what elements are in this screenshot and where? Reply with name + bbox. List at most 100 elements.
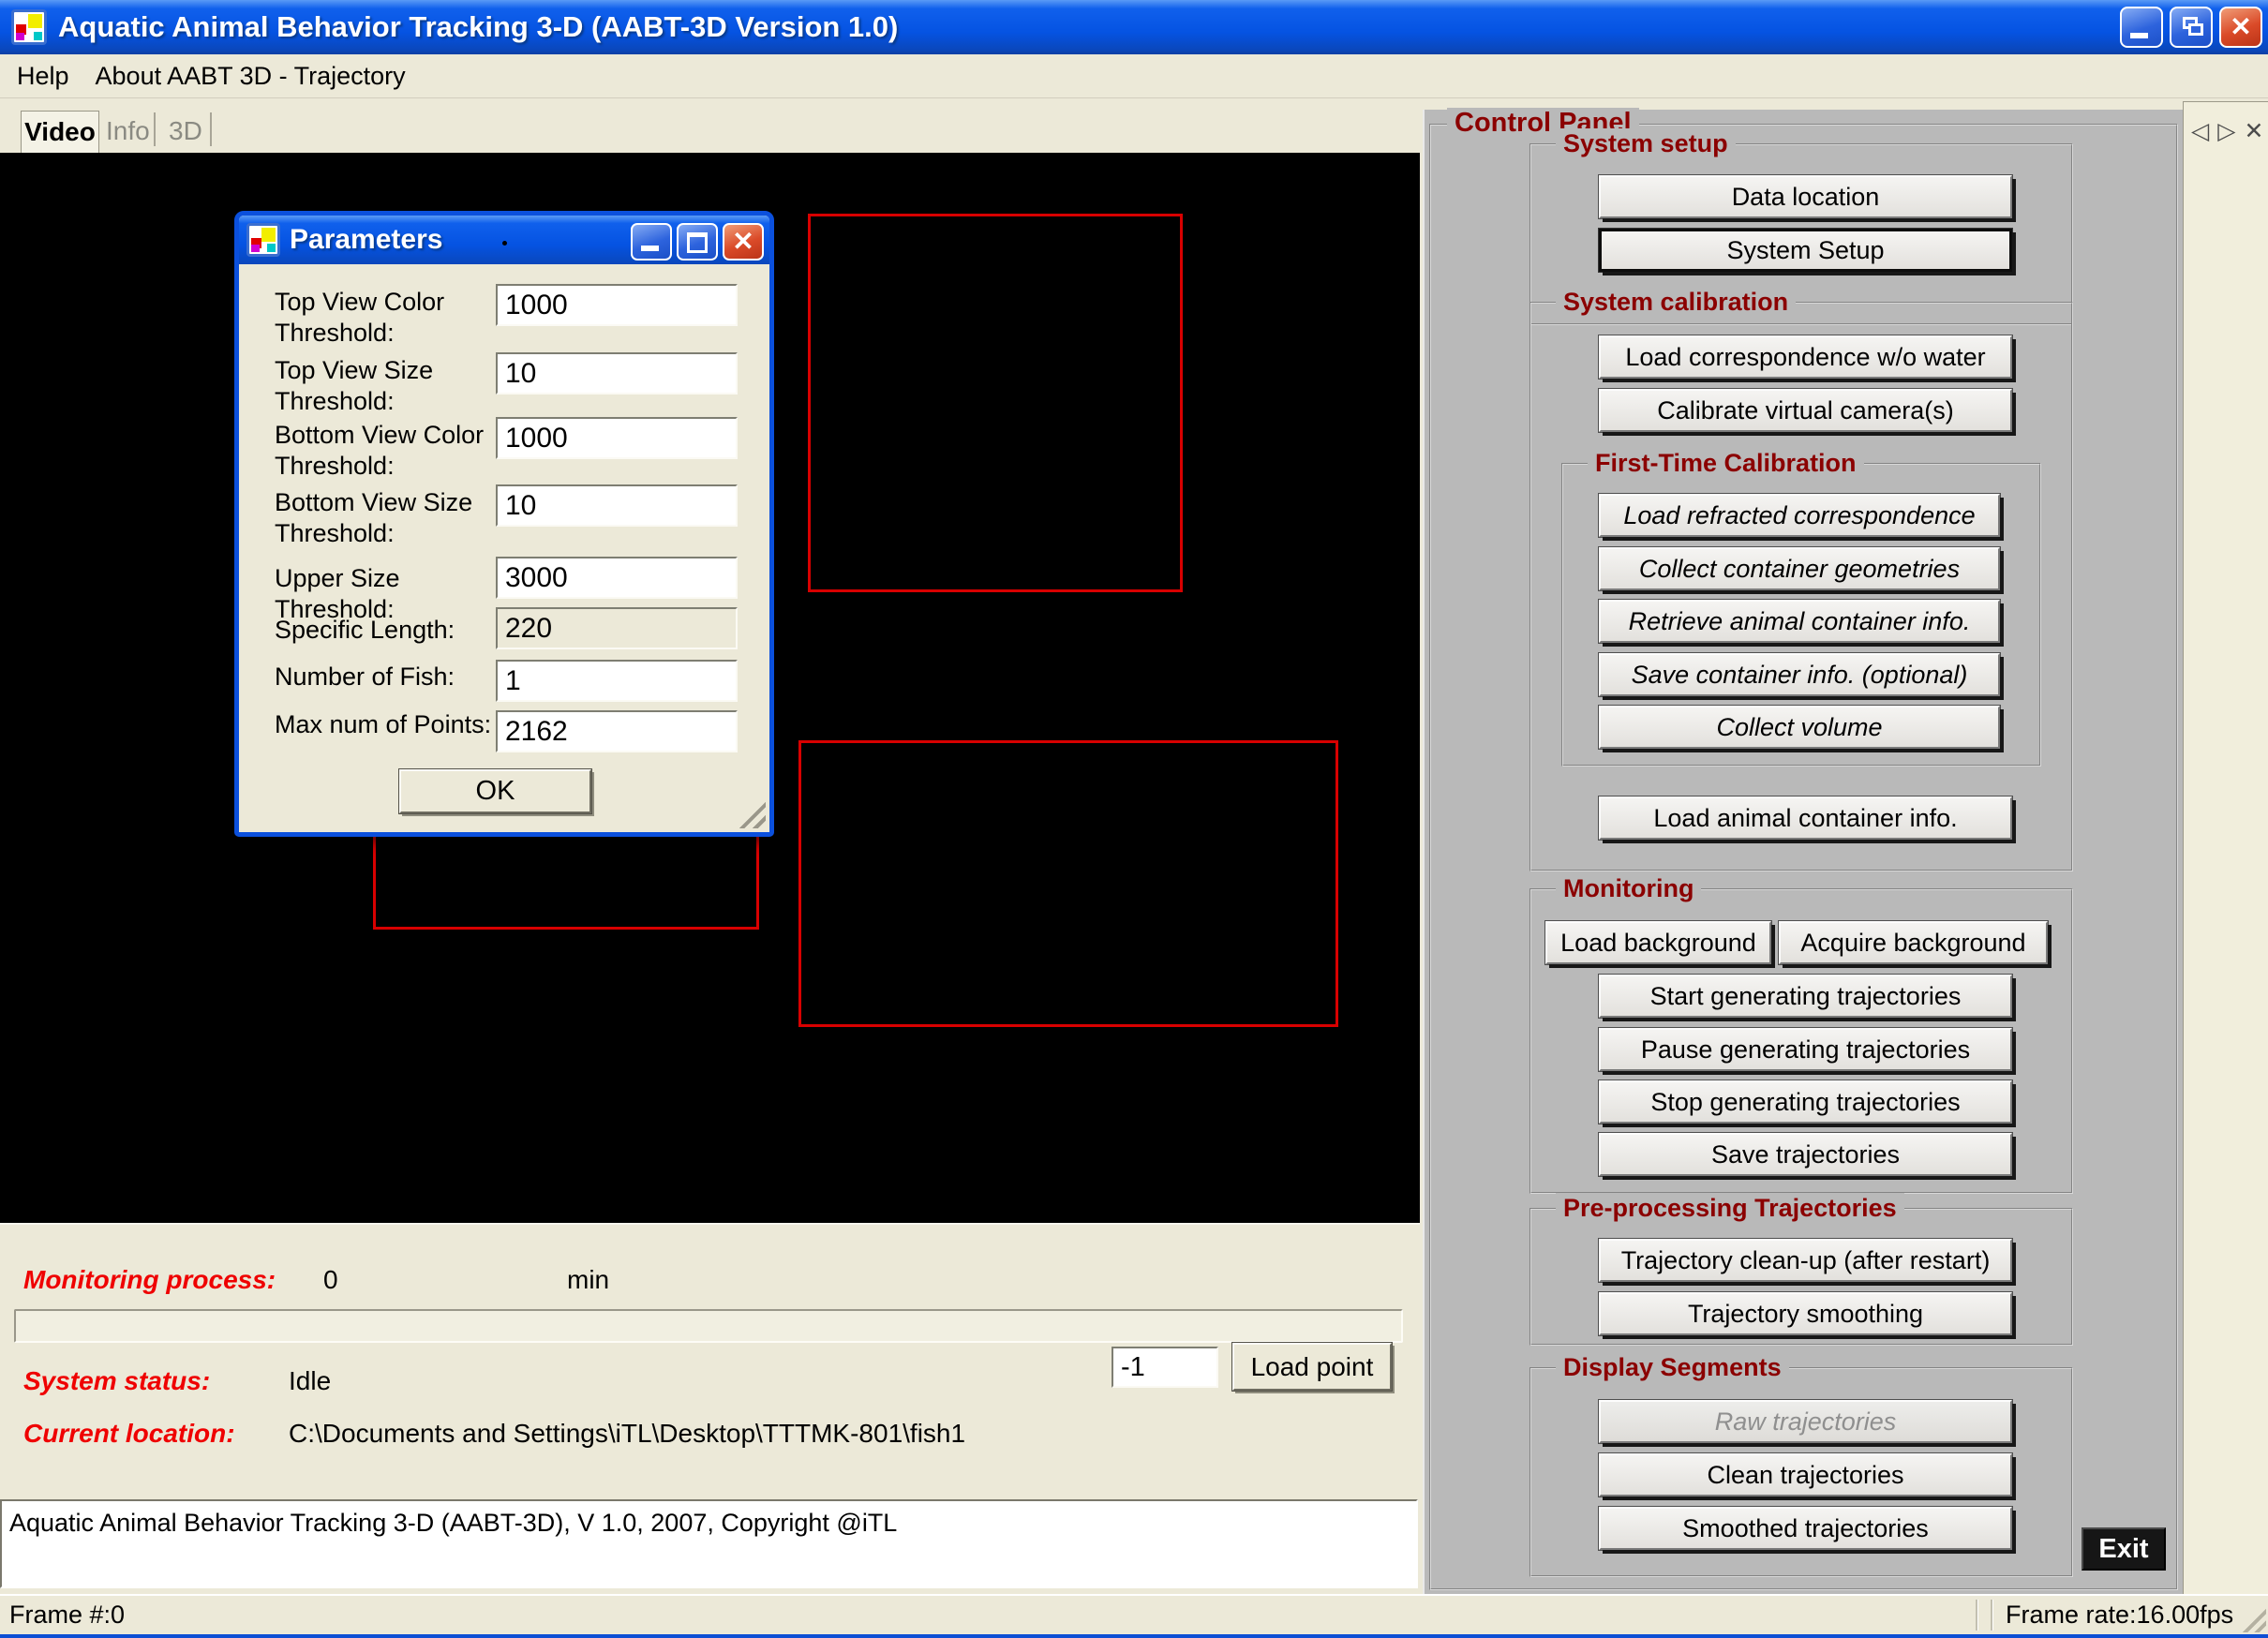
clean-trajectories-button[interactable]: Clean trajectories <box>1599 1453 2012 1497</box>
menu-item-help[interactable]: Help <box>0 62 82 91</box>
current-location-label: Current location: <box>23 1419 235 1449</box>
monitoring-process-unit: min <box>567 1265 609 1295</box>
raw-trajectories-button: Raw trajectories <box>1599 1400 2012 1443</box>
status-panel: Monitoring process: 0 min System status:… <box>0 1223 1420 1499</box>
group-preprocessing-trajectories: Pre-processing Trajectories Trajectory c… <box>1529 1208 2073 1346</box>
close-icon: ✕ <box>732 229 754 255</box>
monitoring-progress-bar <box>14 1309 1403 1343</box>
stop-generating-trajectories-button[interactable]: Stop generating trajectories <box>1599 1080 2012 1124</box>
statusbar-divider <box>1976 1600 1978 1631</box>
dialog-icon <box>246 223 280 257</box>
monitoring-process-value: 0 <box>323 1265 338 1295</box>
parameters-dialog: Parameters ✕ Top View Color Threshold: T… <box>234 211 774 837</box>
dialog-minimize-button[interactable] <box>631 223 672 261</box>
close-icon: ✕ <box>2230 14 2251 40</box>
top-view-color-threshold-input[interactable] <box>496 284 738 326</box>
window-resize-grip[interactable] <box>2236 1602 2266 1632</box>
menu-item-about[interactable]: About AABT 3D - Trajectory <box>82 62 419 91</box>
upper-size-threshold-input[interactable] <box>496 557 738 599</box>
tab-separator <box>154 112 156 146</box>
restore-button[interactable] <box>2170 7 2213 48</box>
minimize-icon <box>641 246 659 251</box>
copyright-text: Aquatic Animal Behavior Tracking 3-D (AA… <box>9 1509 897 1537</box>
app-window: Aquatic Animal Behavior Tracking 3-D (AA… <box>0 0 2268 1638</box>
minimize-icon <box>2130 33 2148 38</box>
dot-artifact <box>502 241 507 246</box>
monitoring-process-label: Monitoring process: <box>23 1265 276 1295</box>
load-refracted-correspondence-button[interactable]: Load refracted correspondence <box>1599 494 2000 537</box>
maximize-icon <box>687 232 708 253</box>
current-location-value: C:\Documents and Settings\iTL\Desktop\TT… <box>289 1419 965 1449</box>
tab-strip: Video Info 3D <box>0 99 1423 153</box>
trajectory-cleanup-button[interactable]: Trajectory clean-up (after restart) <box>1599 1239 2012 1282</box>
field-label: Top View Color Threshold: <box>275 287 498 349</box>
statusbar-divider <box>1991 1600 1993 1631</box>
retrieve-animal-container-info-button[interactable]: Retrieve animal container info. <box>1599 600 2000 643</box>
start-generating-trajectories-button[interactable]: Start generating trajectories <box>1599 975 2012 1018</box>
group-first-time-calibration: First-Time Calibration Load refracted co… <box>1561 463 2041 767</box>
calibrate-virtual-cameras-button[interactable]: Calibrate virtual camera(s) <box>1599 389 2012 432</box>
tab-3d[interactable]: 3D <box>169 116 202 146</box>
load-background-button[interactable]: Load background <box>1545 921 1771 964</box>
window-bottom-border <box>0 1634 2268 1638</box>
system-status-value: Idle <box>289 1366 331 1396</box>
group-display-segments: Display Segments Raw trajectories Clean … <box>1529 1367 2073 1577</box>
status-bar: Frame #:0 Frame rate:16.00fps <box>0 1594 2268 1634</box>
tracking-region-top <box>808 214 1183 592</box>
tracking-region-bottom <box>798 740 1338 1027</box>
dialog-title: Parameters <box>290 224 442 256</box>
pause-generating-trajectories-button[interactable]: Pause generating trajectories <box>1599 1028 2012 1071</box>
frame-number-status: Frame #:0 <box>9 1601 125 1630</box>
dialog-close-button[interactable]: ✕ <box>723 223 764 261</box>
field-label: Bottom View Color Threshold: <box>275 420 498 482</box>
max-num-points-input[interactable] <box>496 710 738 752</box>
close-button[interactable]: ✕ <box>2219 7 2262 48</box>
tab-info[interactable]: Info <box>106 116 150 146</box>
nav-forward-icon[interactable]: ▷ <box>2217 117 2235 145</box>
group-monitoring: Monitoring Load background Acquire backg… <box>1529 888 2073 1194</box>
group-first-time-calibration-label: First-Time Calibration <box>1588 448 1864 478</box>
group-preprocessing-label: Pre-processing Trajectories <box>1556 1193 1904 1223</box>
number-of-fish-input[interactable] <box>496 660 738 702</box>
dialog-maximize-button[interactable] <box>677 223 718 261</box>
nav-close-icon[interactable]: ✕ <box>2244 117 2263 145</box>
collect-container-geometries-button[interactable]: Collect container geometries <box>1599 547 2000 590</box>
frame-rate-status: Frame rate:16.00fps <box>2006 1601 2233 1630</box>
exit-button[interactable]: Exit <box>2081 1527 2166 1571</box>
point-number-input[interactable] <box>1112 1347 1218 1388</box>
field-label: Max num of Points: <box>275 709 498 740</box>
group-display-segments-label: Display Segments <box>1556 1352 1789 1382</box>
save-container-info-button[interactable]: Save container info. (optional) <box>1599 653 2000 696</box>
group-system-calibration-label: System calibration <box>1556 287 1796 317</box>
nav-back-icon[interactable]: ◁ <box>2191 117 2209 145</box>
bottom-view-size-threshold-input[interactable] <box>496 484 738 527</box>
dialog-resize-grip[interactable] <box>734 797 766 828</box>
system-status-label: System status: <box>23 1366 210 1396</box>
tab-separator <box>210 112 212 146</box>
copyright-info-box: Aquatic Animal Behavior Tracking 3-D (AA… <box>0 1499 1418 1588</box>
field-label: Number of Fish: <box>275 662 498 692</box>
menu-bar: Help About AABT 3D - Trajectory <box>0 54 2268 98</box>
save-trajectories-button[interactable]: Save trajectories <box>1599 1133 2012 1176</box>
load-correspondence-button[interactable]: Load correspondence w/o water <box>1599 335 2012 379</box>
specific-length-input <box>496 607 738 649</box>
system-setup-button[interactable]: System Setup <box>1599 229 2012 272</box>
tab-video[interactable]: Video <box>21 111 99 153</box>
data-location-button[interactable]: Data location <box>1599 175 2012 218</box>
bottom-view-color-threshold-input[interactable] <box>496 417 738 459</box>
load-point-button[interactable]: Load point <box>1232 1343 1392 1391</box>
side-nav-strip: ◁ ▷ ✕ <box>2183 101 2268 1594</box>
collect-volume-button[interactable]: Collect volume <box>1599 706 2000 749</box>
smoothed-trajectories-button[interactable]: Smoothed trajectories <box>1599 1507 2012 1550</box>
minimize-button[interactable] <box>2120 7 2163 48</box>
field-label: Top View Size Threshold: <box>275 355 498 417</box>
acquire-background-button[interactable]: Acquire background <box>1779 921 2048 964</box>
ok-button[interactable]: OK <box>399 769 591 813</box>
group-system-calibration: System calibration Load correspondence w… <box>1529 302 2073 871</box>
titlebar[interactable]: Aquatic Animal Behavior Tracking 3-D (AA… <box>0 0 2268 54</box>
load-animal-container-info-button[interactable]: Load animal container info. <box>1599 797 2012 840</box>
app-icon <box>11 9 47 45</box>
group-monitoring-label: Monitoring <box>1556 873 1701 903</box>
trajectory-smoothing-button[interactable]: Trajectory smoothing <box>1599 1292 2012 1335</box>
top-view-size-threshold-input[interactable] <box>496 352 738 395</box>
